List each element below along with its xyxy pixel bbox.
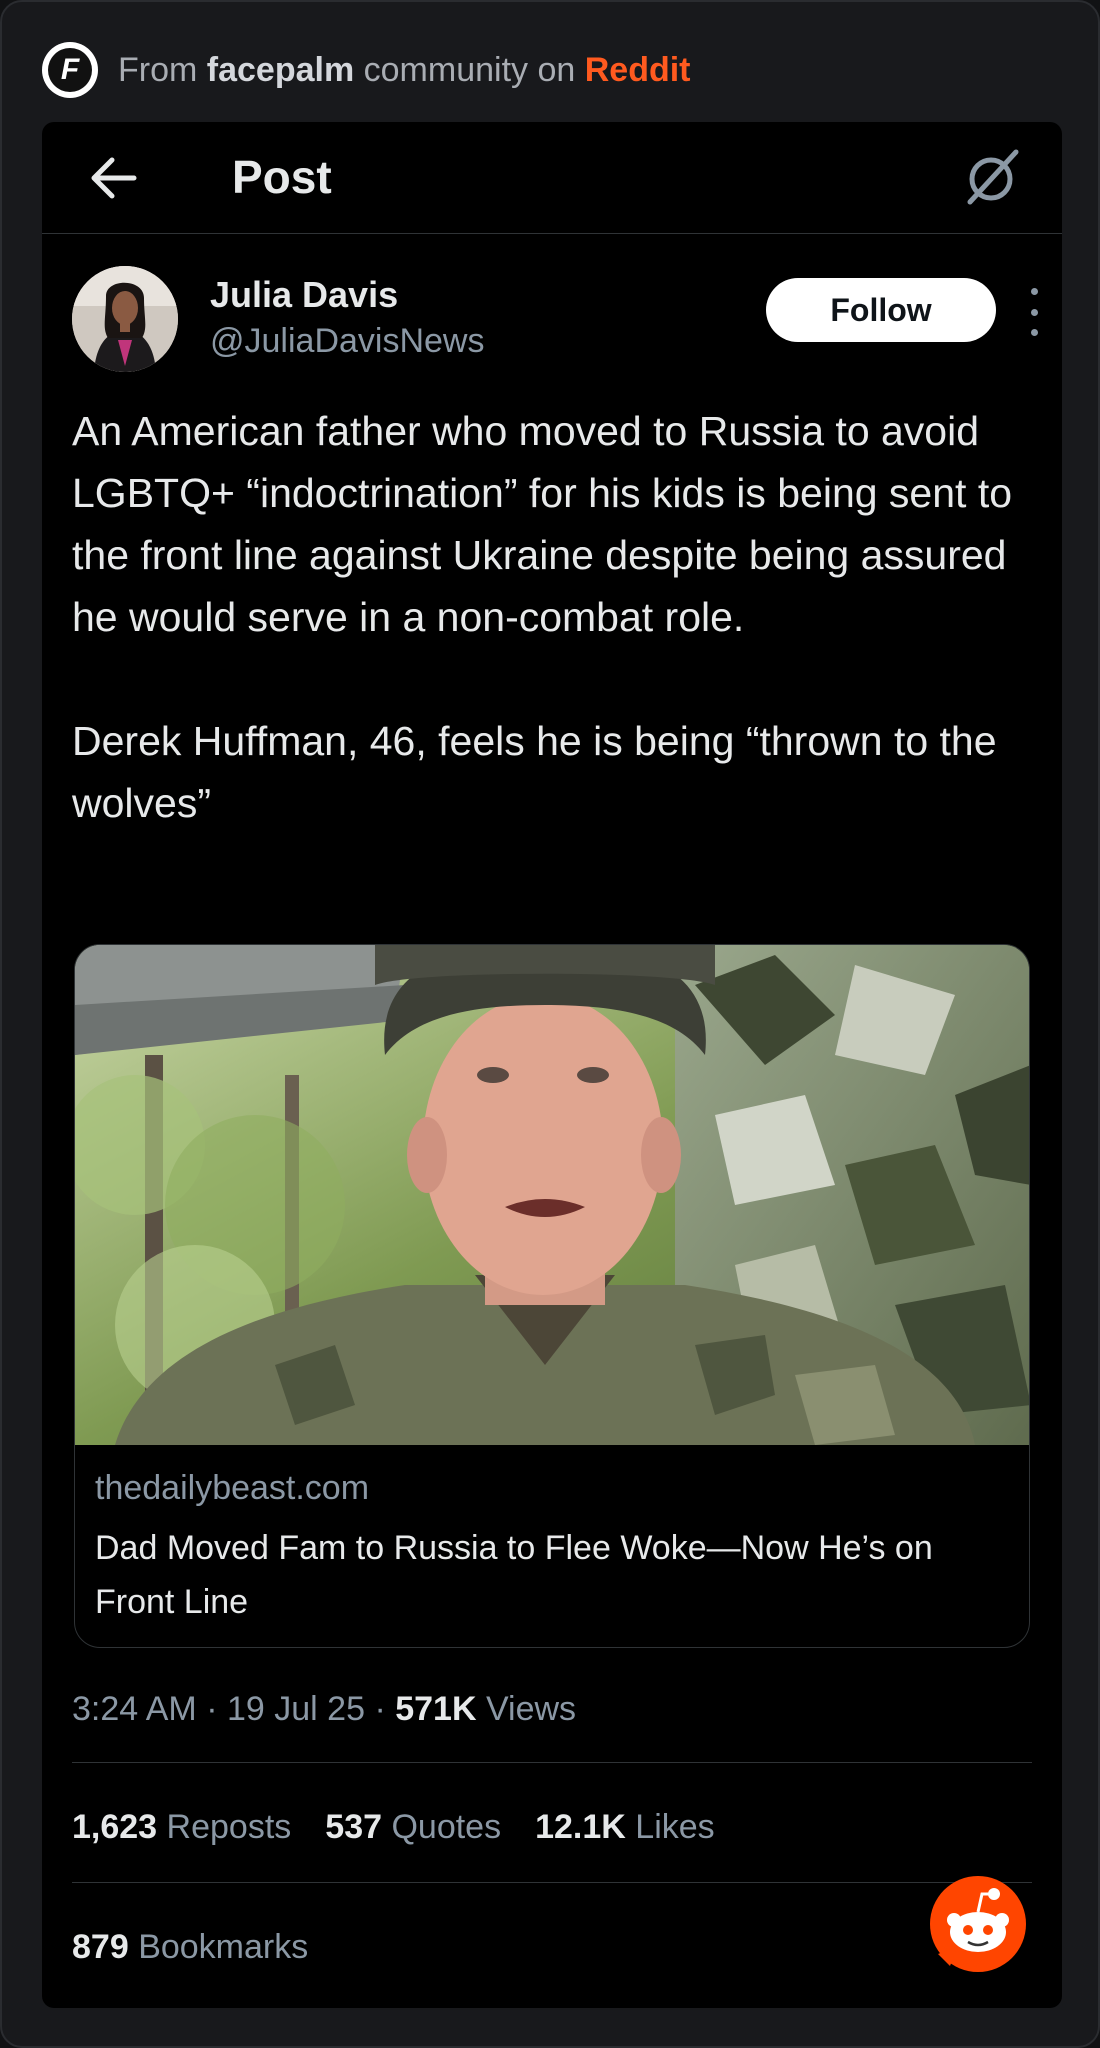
post-time[interactable]: 3:24 AM xyxy=(72,1690,197,1728)
follow-button[interactable]: Follow xyxy=(766,278,996,342)
views-label: Views xyxy=(485,1690,577,1728)
community-link[interactable]: facepalm xyxy=(207,51,354,89)
likes-count: 12.1K xyxy=(535,1808,626,1846)
page-title: Post xyxy=(232,151,332,203)
post-topbar: Post xyxy=(42,122,1062,234)
reddit-link[interactable]: Reddit xyxy=(585,51,691,89)
back-arrow-icon[interactable] xyxy=(90,156,138,200)
reposts-stat[interactable]: 1,623 Reposts xyxy=(72,1808,291,1847)
source-header: F From facepalm community on Reddit xyxy=(42,42,691,98)
source-text: From facepalm community on Reddit xyxy=(118,51,691,90)
more-options-icon[interactable] xyxy=(1024,288,1044,336)
likes-stat[interactable]: 12.1K Likes xyxy=(535,1808,715,1847)
post-paragraph-1: An American father who moved to Russia t… xyxy=(72,408,1013,640)
source-prefix: From xyxy=(118,50,198,89)
divider xyxy=(72,1882,1032,1883)
grok-icon[interactable] xyxy=(958,144,1024,210)
post-date[interactable]: 19 Jul 25 xyxy=(227,1690,365,1728)
author-handle[interactable]: @JuliaDavisNews xyxy=(210,322,484,361)
post-paragraph-2: Derek Huffman, 46, feels he is being “th… xyxy=(72,718,997,826)
facepalm-logo-letter: F xyxy=(48,48,92,92)
bookmarks-stat[interactable]: 879 Bookmarks xyxy=(72,1928,308,1967)
reddit-snoo-icon[interactable] xyxy=(928,1874,1028,1974)
bookmarks-label: Bookmarks xyxy=(138,1928,309,1966)
link-domain: thedailybeast.com xyxy=(95,1469,370,1507)
link-preview-card[interactable]: thedailybeast.com Dad Moved Fam to Russi… xyxy=(74,944,1030,1648)
avatar[interactable] xyxy=(72,266,178,372)
reddit-embed-frame: F From facepalm community on Reddit Post xyxy=(0,0,1100,2048)
post-text: An American father who moved to Russia t… xyxy=(72,400,1032,896)
author-name[interactable]: Julia Davis xyxy=(210,274,398,316)
post-meta: 3:24 AM · 19 Jul 25 · 571K Views xyxy=(72,1690,576,1729)
facepalm-logo-icon: F xyxy=(42,42,98,98)
reposts-label: Reposts xyxy=(166,1808,292,1846)
divider xyxy=(72,1762,1032,1763)
bookmarks-count: 879 xyxy=(72,1928,129,1966)
views-count: 571K xyxy=(395,1690,477,1728)
post-card: Post Julia Davis @JuliaDavisNews Follow … xyxy=(42,122,1062,2008)
quotes-count: 537 xyxy=(325,1808,383,1846)
article-photo xyxy=(75,945,1029,1445)
likes-label: Likes xyxy=(635,1808,715,1846)
meta-separator: · xyxy=(206,1690,227,1728)
engagement-stats: 1,623 Reposts 537 Quotes 12.1K Likes xyxy=(72,1808,715,1847)
source-middle: community on xyxy=(363,50,576,89)
quotes-label: Quotes xyxy=(391,1808,502,1846)
reposts-count: 1,623 xyxy=(72,1808,158,1846)
post-author: Julia Davis @JuliaDavisNews Follow xyxy=(72,266,1038,376)
link-headline: Dad Moved Fam to Russia to Flee Woke—Now… xyxy=(95,1529,933,1621)
meta-separator: · xyxy=(374,1690,396,1728)
quotes-stat[interactable]: 537 Quotes xyxy=(325,1808,501,1847)
